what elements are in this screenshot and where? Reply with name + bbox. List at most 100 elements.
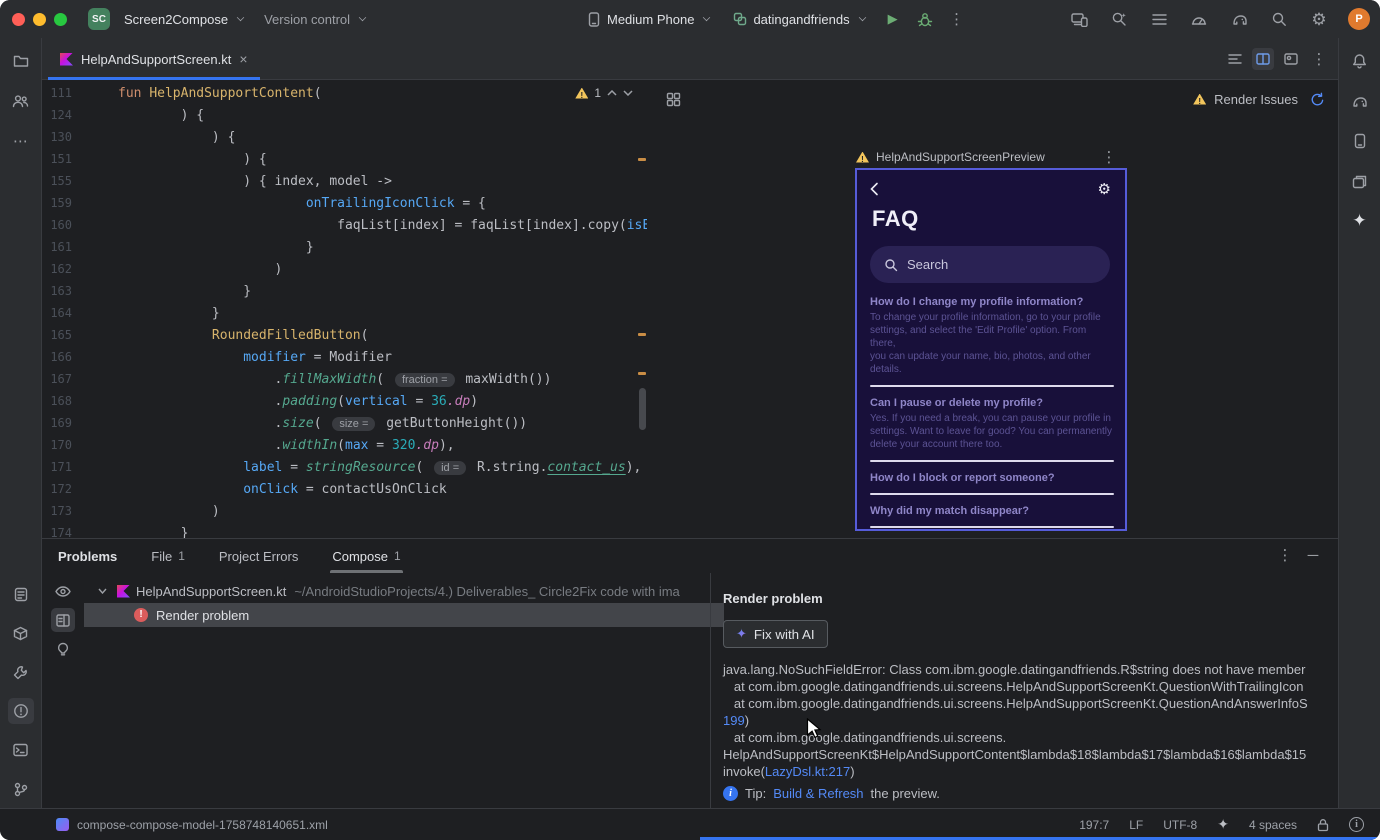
code-line[interactable]: 151 ) { <box>42 148 647 170</box>
next-warning-button[interactable] <box>623 90 633 96</box>
project-tool-button[interactable] <box>8 48 34 74</box>
device-mirroring-button[interactable] <box>1068 8 1090 30</box>
back-chevron-icon[interactable] <box>869 182 879 196</box>
faq-settings-gear-icon[interactable]: ⚙ <box>1098 180 1111 198</box>
fullscreen-window-button[interactable] <box>54 12 67 26</box>
code-line[interactable]: 160 faqList[index] = faqList[index].copy… <box>42 214 647 236</box>
device-manager-tool-button[interactable] <box>1347 128 1373 154</box>
gradle-tool-button[interactable] <box>1347 88 1373 114</box>
code-view-button[interactable] <box>1224 48 1246 70</box>
fix-with-ai-button[interactable]: ✦ Fix with AI <box>723 620 828 648</box>
code-line[interactable]: 124 ) { <box>42 104 647 126</box>
code-line[interactable]: 164 } <box>42 302 647 324</box>
panel-options-icon[interactable]: ⋮ <box>1274 544 1296 566</box>
render-issues-widget[interactable]: Render Issues <box>1193 80 1328 118</box>
close-tab-icon[interactable]: × <box>239 52 247 66</box>
code-editor[interactable]: 1 111fun HelpAndSupportContent(124 ) {13… <box>42 80 647 538</box>
profile-avatar[interactable]: P <box>1348 8 1370 30</box>
code-line[interactable]: 162 ) <box>42 258 647 280</box>
project-menu[interactable]: Screen2Compose <box>118 6 250 32</box>
code-line[interactable]: 161 } <box>42 236 647 258</box>
details-view-toggle-icon[interactable] <box>51 608 75 632</box>
structure-list-button[interactable] <box>1148 8 1170 30</box>
problems-panel-title[interactable]: Problems <box>58 549 117 564</box>
code-line[interactable]: 167 .fillMaxWidth( fraction = maxWidth()… <box>42 368 647 390</box>
tab-compose[interactable]: Compose 1 <box>330 539 404 573</box>
code-line[interactable]: 171 label = stringResource( id = R.strin… <box>42 456 647 478</box>
statusbar-file-widget[interactable]: compose-compose-model-1758748140651.xml <box>0 818 328 832</box>
expand-chevron-icon[interactable] <box>98 588 107 594</box>
device-explorer-tool-button[interactable] <box>1347 168 1373 194</box>
tab-project-errors[interactable]: Project Errors <box>219 539 298 573</box>
build-tool-button[interactable] <box>8 659 34 685</box>
ai-status-sparkle-icon[interactable]: ✦ <box>1217 816 1229 833</box>
preview-grid-layout-icon[interactable] <box>662 88 684 110</box>
device-selector[interactable]: Medium Phone <box>580 6 716 32</box>
stack-trace-link[interactable]: LazyDsl.kt:217 <box>765 764 850 779</box>
preview-card-header[interactable]: HelpAndSupportScreenPreview ⋮ <box>856 146 1120 168</box>
close-window-button[interactable] <box>12 12 25 26</box>
dependencies-tool-button[interactable] <box>8 620 34 646</box>
code-line[interactable]: 173 ) <box>42 500 647 522</box>
more-tool-windows-icon[interactable]: ⋯ <box>8 128 34 154</box>
version-control-tool-button[interactable] <box>8 776 34 802</box>
todo-tool-button[interactable] <box>8 581 34 607</box>
quickfix-bulb-icon[interactable] <box>51 637 75 661</box>
problems-file-row[interactable]: HelpAndSupportScreen.kt ~/AndroidStudioP… <box>84 579 752 603</box>
warning-stripe-mark[interactable] <box>638 333 646 336</box>
profiler-button[interactable] <box>1188 8 1210 30</box>
code-line[interactable]: 172 onClick = contactUsOnClick <box>42 478 647 500</box>
line-separator-widget[interactable]: LF <box>1129 818 1143 832</box>
code-line[interactable]: 168 .padding(vertical = 36.dp) <box>42 390 647 412</box>
inspections-widget[interactable]: 1 <box>575 86 633 100</box>
caret-position-widget[interactable]: 197:7 <box>1079 818 1109 832</box>
preview-device-screen[interactable]: ⚙ FAQ Search How do I change my profile … <box>855 168 1127 531</box>
pull-requests-people-icon[interactable] <box>8 88 34 114</box>
notifications-bell-icon[interactable] <box>1347 48 1373 74</box>
run-button[interactable]: ▶ <box>882 8 904 30</box>
split-view-button[interactable] <box>1252 48 1274 70</box>
search-everywhere-button[interactable] <box>1268 8 1290 30</box>
code-line[interactable]: 165 RoundedFilledButton( <box>42 324 647 346</box>
tab-file[interactable]: File 1 <box>151 539 185 573</box>
terminal-tool-button[interactable] <box>8 737 34 763</box>
preview-more-options-icon[interactable]: ⋮ <box>1098 146 1120 168</box>
code-line[interactable]: 170 .widthIn(max = 320.dp), <box>42 434 647 456</box>
refresh-preview-icon[interactable] <box>1306 88 1328 110</box>
indent-widget[interactable]: 4 spaces <box>1249 818 1297 832</box>
more-run-actions-button[interactable]: ⋮ <box>946 8 968 30</box>
editor-more-options-button[interactable]: ⋮ <box>1308 48 1330 70</box>
build-refresh-link[interactable]: Build & Refresh <box>773 786 863 801</box>
preview-visibility-eye-icon[interactable] <box>51 579 75 603</box>
prev-warning-button[interactable] <box>607 90 617 96</box>
warning-stripe-mark[interactable] <box>638 158 646 161</box>
info-icon[interactable]: i <box>1349 817 1364 832</box>
gemini-ai-tool-button[interactable]: ✦ <box>1347 208 1373 234</box>
editor-scrollbar[interactable] <box>639 388 646 430</box>
version-control-menu[interactable]: Version control <box>258 6 372 32</box>
editor-tab-active[interactable]: HelpAndSupportScreen.kt × <box>48 38 260 80</box>
code-line[interactable]: 174 } <box>42 522 647 539</box>
problems-tool-button[interactable] <box>7 698 34 724</box>
code-line[interactable]: 130 ) { <box>42 126 647 148</box>
code-line[interactable]: 163 } <box>42 280 647 302</box>
code-line[interactable]: 166 modifier = Modifier <box>42 346 647 368</box>
design-view-button[interactable] <box>1280 48 1302 70</box>
run-configuration-selector[interactable]: datingandfriends <box>726 6 871 32</box>
warning-stripe-mark[interactable] <box>638 372 646 375</box>
encoding-widget[interactable]: UTF-8 <box>1163 818 1197 832</box>
code-line[interactable]: 155 ) { index, model -> <box>42 170 647 192</box>
lock-icon[interactable] <box>1317 818 1329 832</box>
render-problem-row[interactable]: Render problem <box>84 603 724 627</box>
settings-gear-icon[interactable]: ⚙ <box>1308 8 1330 30</box>
stack-trace-link[interactable]: 199 <box>723 713 745 728</box>
code-line[interactable]: 111 fun HelpAndSupportContent( <box>42 82 647 104</box>
code-line[interactable]: 159 onTrailingIconClick = { <box>42 192 647 214</box>
minimize-window-button[interactable] <box>33 12 46 26</box>
faq-search-bar[interactable]: Search <box>870 246 1110 283</box>
debug-button[interactable] <box>914 8 936 30</box>
ai-search-button[interactable] <box>1108 8 1130 30</box>
gradle-sync-button[interactable] <box>1228 8 1250 30</box>
code-line[interactable]: 169 .size( size = getButtonHeight()) <box>42 412 647 434</box>
hide-panel-icon[interactable]: ─ <box>1302 544 1324 566</box>
